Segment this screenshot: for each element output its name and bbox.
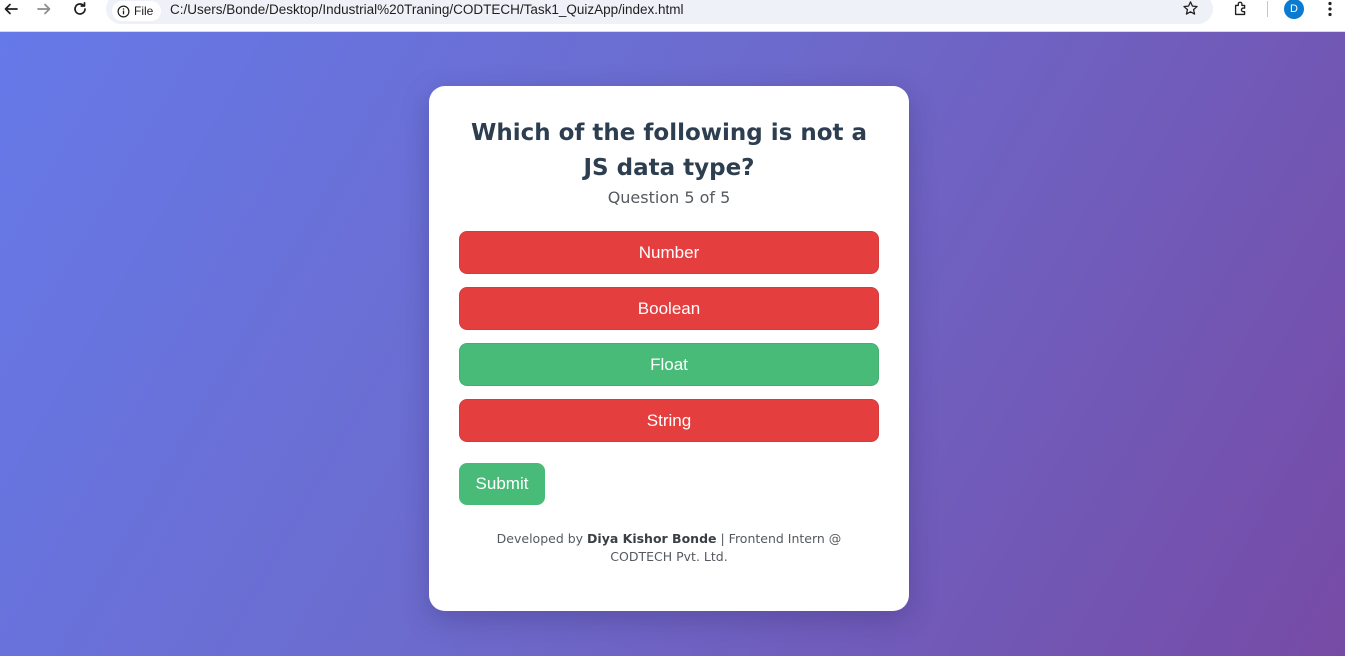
answer-option-string[interactable]: String [459, 399, 879, 442]
back-button[interactable] [0, 0, 22, 18]
answer-options: Number Boolean Float String [459, 231, 879, 455]
kebab-menu-icon [1328, 1, 1332, 17]
quiz-card: Which of the following is not a JS data … [429, 86, 909, 611]
site-chip-label: File [134, 4, 154, 18]
reload-icon [74, 1, 86, 15]
url-text[interactable]: C:/Users/Bonde/Desktop/Industrial%20Tran… [170, 2, 683, 17]
browser-menu-button[interactable] [1321, 0, 1339, 18]
profile-avatar[interactable]: D [1284, 0, 1304, 19]
star-icon [1183, 1, 1198, 15]
puzzle-icon [1234, 1, 1246, 16]
address-bar[interactable]: File C:/Users/Bonde/Desktop/Industrial%2… [106, 0, 1213, 24]
arrow-left-icon [4, 3, 18, 15]
answer-option-float[interactable]: Float [459, 343, 879, 386]
arrow-right-icon [37, 3, 51, 15]
extensions-button[interactable] [1230, 0, 1252, 18]
toolbar-divider [1267, 1, 1268, 17]
submit-button[interactable]: Submit [459, 463, 545, 505]
footer-prefix: Developed by [496, 531, 588, 546]
question-text: Which of the following is not a JS data … [470, 120, 868, 181]
forward-button[interactable] [33, 0, 55, 18]
bookmark-button[interactable] [1182, 0, 1199, 22]
footer-credit: Developed by Diya Kishor Bonde | Fronten… [464, 530, 874, 566]
answer-option-boolean[interactable]: Boolean [459, 287, 879, 330]
browser-toolbar: File C:/Users/Bonde/Desktop/Industrial%2… [0, 0, 1345, 32]
info-icon [117, 5, 130, 17]
reload-button[interactable] [69, 0, 91, 18]
author-name: Diya Kishor Bonde [587, 531, 717, 546]
answer-option-number[interactable]: Number [459, 231, 879, 274]
site-info-chip[interactable]: File [112, 1, 162, 21]
question-counter: Question 5 of 5 [607, 188, 731, 207]
page-background: Which of the following is not a JS data … [0, 32, 1345, 656]
